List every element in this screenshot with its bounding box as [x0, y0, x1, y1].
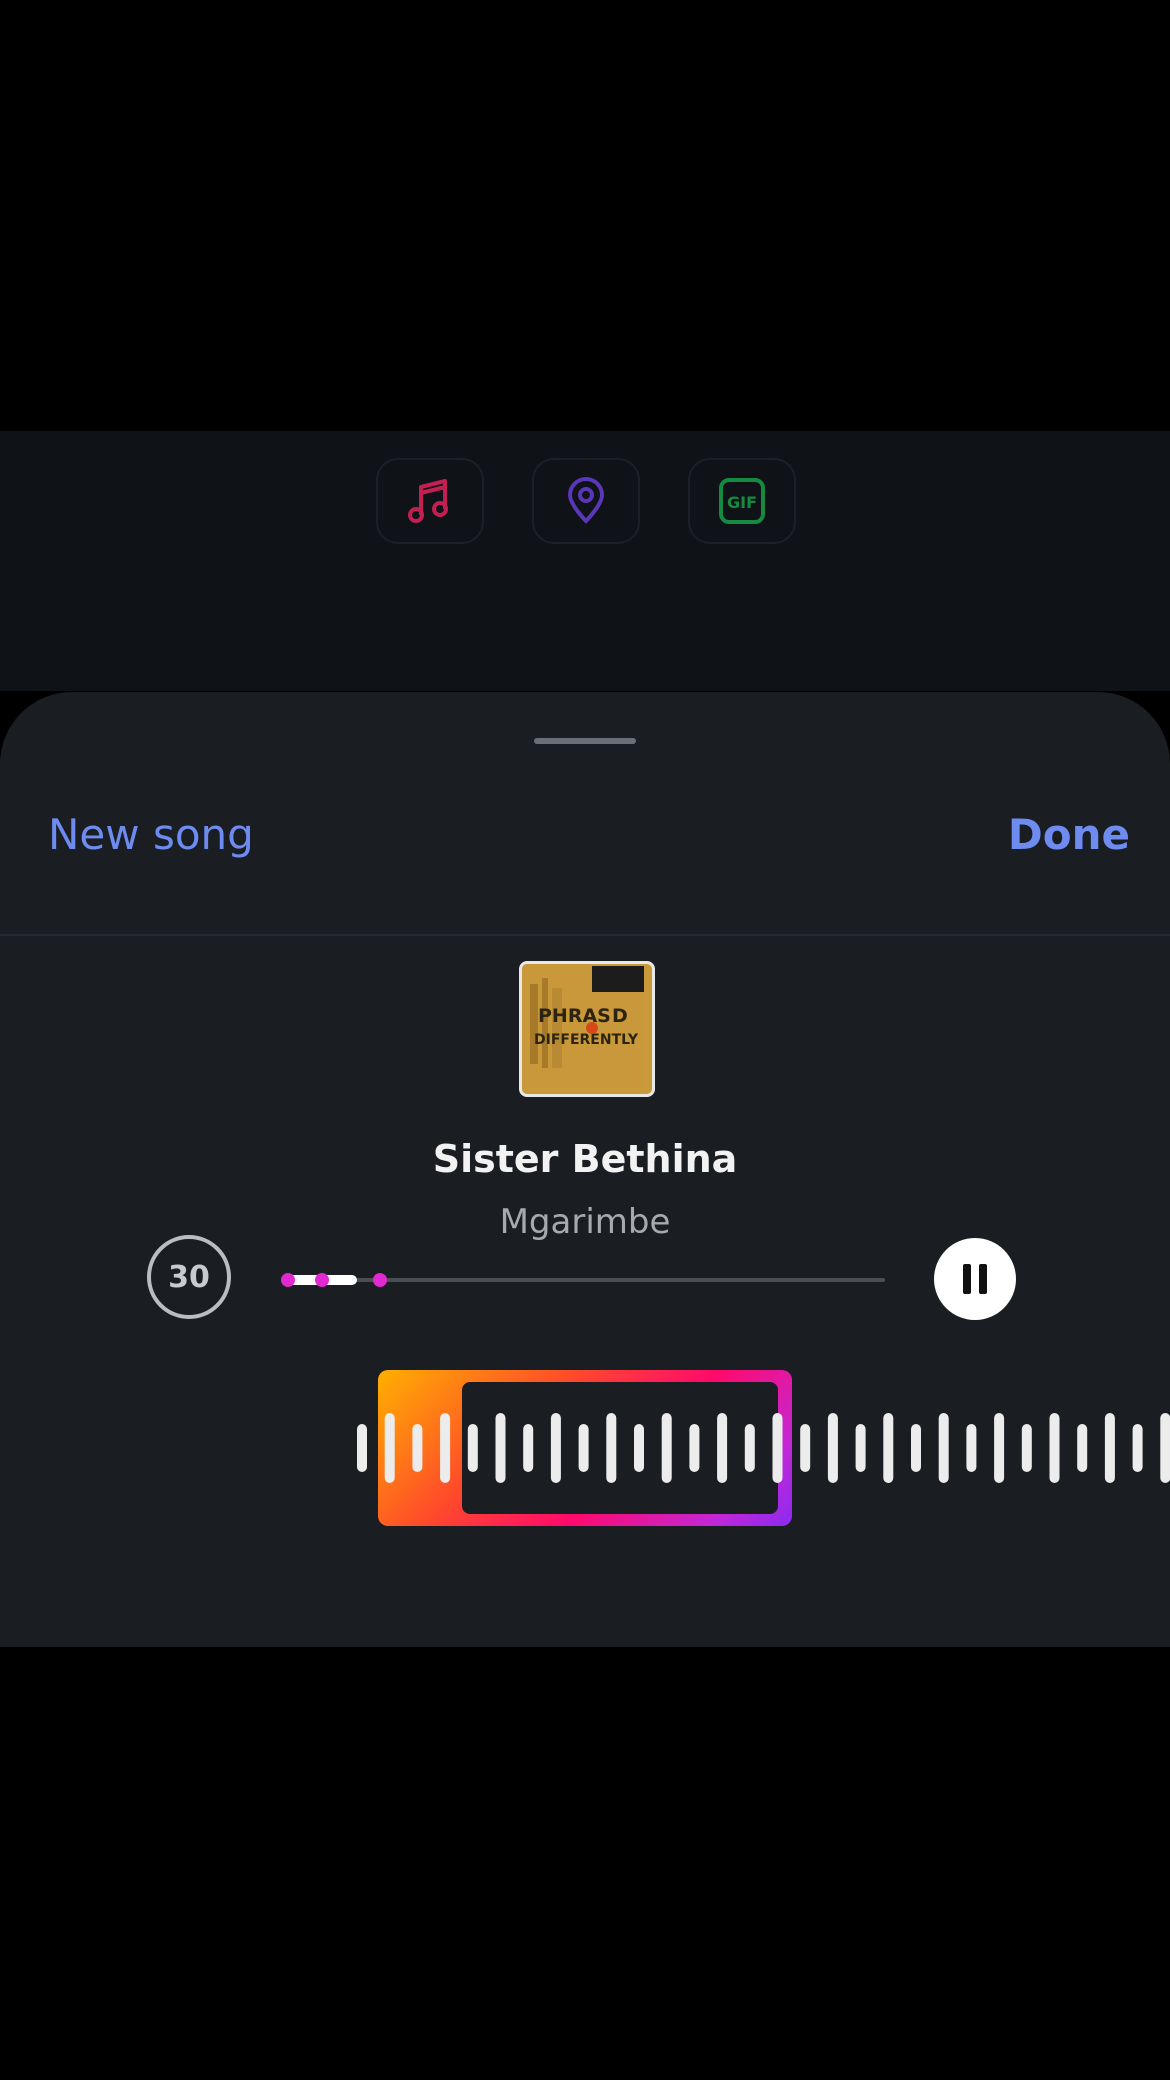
waveform-bar	[550, 1413, 561, 1483]
waveform-bar	[661, 1413, 672, 1483]
audio-waveform[interactable]	[0, 692, 1170, 1647]
waveform-bar	[717, 1413, 728, 1483]
gif-icon: GIF	[719, 478, 765, 524]
bottom-letterbox	[0, 1647, 1170, 2080]
waveform-bar	[1049, 1413, 1060, 1483]
gif-sticker-button[interactable]: GIF	[688, 458, 796, 544]
waveform-bar	[440, 1413, 451, 1483]
waveform-bar	[883, 1413, 894, 1483]
waveform-bar	[994, 1413, 1005, 1483]
waveform-bar	[689, 1424, 700, 1472]
waveform-bar	[578, 1424, 589, 1472]
location-pin-icon	[567, 477, 605, 524]
waveform-bar	[1077, 1424, 1088, 1472]
waveform-bar	[1104, 1413, 1115, 1483]
waveform-bar	[966, 1424, 977, 1472]
waveform-bar	[523, 1424, 534, 1472]
waveform-bar	[495, 1413, 506, 1483]
waveform-bar	[744, 1424, 755, 1472]
waveform-bar	[606, 1413, 617, 1483]
location-sticker-button[interactable]	[532, 458, 640, 544]
waveform-bar	[467, 1424, 478, 1472]
waveform-bar	[1160, 1413, 1170, 1483]
music-sticker-button[interactable]	[376, 458, 484, 544]
waveform-bar	[412, 1424, 423, 1472]
waveform-bar	[911, 1424, 921, 1472]
waveform-bar	[384, 1413, 395, 1483]
waveform-bar	[1132, 1424, 1143, 1472]
music-note-icon	[408, 479, 448, 523]
waveform-bar	[634, 1424, 644, 1472]
waveform-bar	[938, 1413, 949, 1483]
waveform-bar	[357, 1424, 367, 1472]
waveform-bar	[1021, 1424, 1032, 1472]
music-bottom-sheet: New song Done PHRAS D DIFFERENTLY Sister…	[0, 692, 1170, 1647]
waveform-bar	[772, 1413, 783, 1483]
gif-label: GIF	[727, 493, 757, 512]
waveform-bar	[855, 1424, 866, 1472]
waveform-bar	[827, 1413, 838, 1483]
waveform-bar	[800, 1424, 811, 1472]
